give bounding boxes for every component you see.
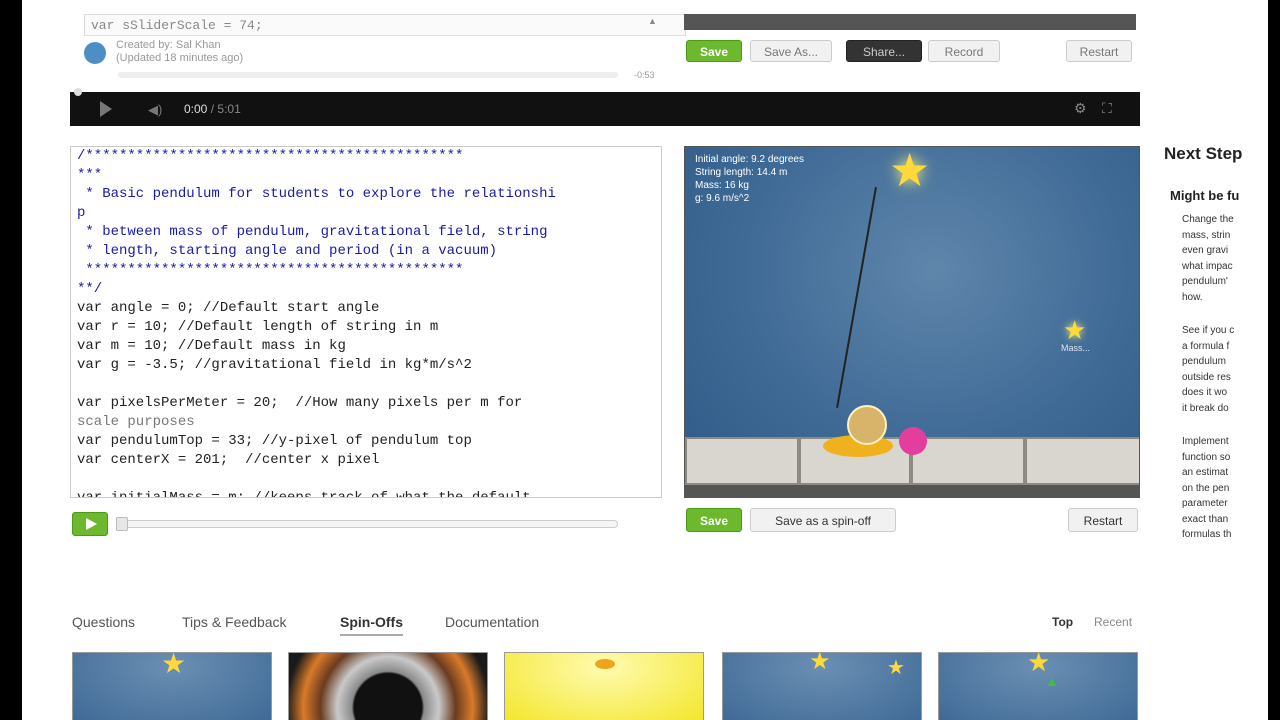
- code-line[interactable]: p: [77, 204, 85, 223]
- author-info: Created by: Sal Khan (Updated 18 minutes…: [116, 39, 243, 65]
- lamp-icon: [595, 659, 615, 669]
- tip-item: •See if you c a formula f pendulum outsi…: [1182, 323, 1268, 416]
- play-icon: [86, 518, 97, 530]
- play-button[interactable]: [72, 512, 108, 536]
- code-line[interactable]: scale purposes: [77, 413, 195, 432]
- spinoff-thumbnail[interactable]: [288, 652, 488, 720]
- play-icon[interactable]: [100, 101, 112, 117]
- page: var sSliderScale = 74; ▲ Created by: Sal…: [22, 0, 1268, 720]
- code-line[interactable]: var centerX = 201; //center x pixel: [77, 451, 379, 470]
- top-share-button[interactable]: Share...: [846, 40, 922, 62]
- tip-item: •Implement function so an estimat on the…: [1182, 434, 1268, 543]
- code-line[interactable]: var m = 10; //Default mass in kg: [77, 337, 346, 356]
- code-line[interactable]: ****************************************…: [77, 261, 463, 280]
- top-record-button[interactable]: Record: [928, 40, 1000, 62]
- video-time: 0:00 / 5:01: [184, 102, 241, 116]
- pendulum-string: [836, 187, 877, 408]
- top-save-button[interactable]: Save: [686, 40, 742, 62]
- star-icon: ★: [887, 657, 905, 679]
- code-line[interactable]: var pendulumTop = 33; //y-pixel of pendu…: [77, 432, 472, 451]
- code-line[interactable]: * between mass of pendulum, gravitationa…: [77, 223, 547, 242]
- restart-button[interactable]: Restart: [1068, 508, 1138, 532]
- save-button[interactable]: Save: [686, 508, 742, 532]
- save-spinoff-button[interactable]: Save as a spin-off: [750, 508, 896, 532]
- tip-text: Implement function so an estimat on the …: [1182, 436, 1232, 540]
- code-line[interactable]: var angle = 0; //Default start angle: [77, 299, 379, 318]
- might-be-fun-title: Might be fu: [1170, 188, 1240, 203]
- spinoff-thumbnail[interactable]: [504, 652, 704, 720]
- tab-tips-feedback[interactable]: Tips & Feedback: [182, 614, 287, 630]
- code-line[interactable]: **/: [77, 280, 102, 299]
- code-line[interactable]: /***************************************…: [77, 147, 463, 166]
- brick: [685, 437, 799, 485]
- scrubber-handle[interactable]: [116, 517, 128, 531]
- star-icon: ★: [809, 652, 831, 675]
- top-progress-bar[interactable]: [118, 72, 618, 78]
- small-star-label: Mass...: [1061, 343, 1091, 353]
- tab-spin-offs[interactable]: Spin-Offs: [340, 614, 403, 636]
- volume-icon[interactable]: ◀): [148, 102, 162, 118]
- playback-scrubber[interactable]: [118, 520, 618, 528]
- current-time: 0:00: [184, 102, 208, 116]
- brick: [1025, 437, 1139, 485]
- code-line[interactable]: * Basic pendulum for students to explore…: [77, 185, 556, 204]
- top-code-preview: var sSliderScale = 74;: [84, 14, 686, 36]
- spinoff-thumbnail[interactable]: ★ ▲: [938, 652, 1138, 720]
- top-progress-time: -0:53: [634, 70, 655, 80]
- mass-readout: Mass: 16 kg: [695, 180, 749, 191]
- code-line-gravity[interactable]: var g = -3.5; //gravitational field in k…: [77, 356, 472, 375]
- video-control-bar: ◀) 0:00 / 5:01 ⚙ ⛶: [70, 88, 1140, 126]
- settings-gear-icon[interactable]: ⚙: [1074, 100, 1087, 117]
- program-canvas[interactable]: Initial angle: 9.2 degrees String length…: [684, 146, 1140, 498]
- spinoff-thumbnail[interactable]: ★ ★: [722, 652, 922, 720]
- sort-recent-link[interactable]: Recent: [1094, 615, 1132, 629]
- next-steps-title: Next Step: [1164, 144, 1243, 163]
- scroll-arrow-icon[interactable]: ▲: [648, 16, 658, 32]
- scrub-handle[interactable]: [74, 88, 82, 96]
- small-star-icon: ★: [1063, 315, 1087, 345]
- initial-angle-readout: Initial angle: 9.2 degrees: [695, 154, 804, 165]
- tip-item: •Change the mass, strin even gravi what …: [1182, 212, 1268, 305]
- code-line[interactable]: var pixelsPerMeter = 20; //How many pixe…: [77, 394, 522, 413]
- top-canvas-preview: [684, 14, 1136, 30]
- code-line[interactable]: var r = 10; //Default length of string i…: [77, 318, 438, 337]
- green-marker-icon: ▲: [1045, 673, 1059, 689]
- tab-questions[interactable]: Questions: [72, 614, 135, 630]
- tab-documentation[interactable]: Documentation: [445, 614, 539, 630]
- top-save-as-button[interactable]: Save As...: [750, 40, 832, 62]
- brick: [911, 437, 1025, 485]
- pendulum-bob: [847, 405, 887, 445]
- total-time: 5:01: [217, 102, 241, 116]
- code-line[interactable]: * length, starting angle and period (in …: [77, 242, 497, 261]
- top-restart-button[interactable]: Restart: [1066, 40, 1132, 62]
- gravity-readout: g: 9.6 m/s^2: [695, 193, 750, 204]
- time-separator: /: [210, 102, 215, 116]
- star-icon: ★: [889, 146, 931, 196]
- author-name: Created by: Sal Khan: [116, 39, 221, 51]
- tip-text: See if you c a formula f pendulum outsid…: [1182, 325, 1235, 414]
- ground-floor: [685, 485, 1139, 497]
- sort-top-link[interactable]: Top: [1052, 615, 1073, 629]
- star-icon: ★: [161, 652, 187, 679]
- code-editor[interactable]: /***************************************…: [70, 146, 662, 498]
- spinoff-thumbnail[interactable]: ★: [72, 652, 272, 720]
- updated-time: (Updated 18 minutes ago): [116, 52, 244, 64]
- fullscreen-icon[interactable]: ⛶: [1102, 100, 1112, 117]
- tip-text: Change the mass, strin even gravi what i…: [1182, 214, 1234, 303]
- string-length-readout: String length: 14.4 m: [695, 167, 788, 178]
- author-avatar: [84, 42, 106, 64]
- girl-character: [899, 427, 927, 455]
- code-line[interactable]: ***: [77, 166, 102, 185]
- code-line[interactable]: var initialMass = m; //keeps track of wh…: [77, 489, 531, 497]
